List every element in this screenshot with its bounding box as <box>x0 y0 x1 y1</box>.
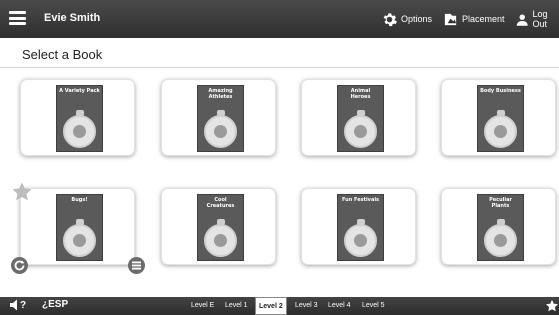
logout-button[interactable]: Log Out <box>516 9 559 29</box>
book-card-amazing-athletes[interactable]: Amazing Athletes <box>161 79 276 156</box>
book-title: Peculiar Plants <box>489 197 512 209</box>
gear-icon <box>383 12 397 26</box>
book-title: Bugs! <box>71 197 88 203</box>
book-card-fun-festivals[interactable]: Fun Festivals <box>301 188 416 265</box>
level-3-tab[interactable]: Level 3 <box>295 297 318 315</box>
placement-label: Placement <box>462 14 505 24</box>
stopwatch-image <box>63 224 96 257</box>
divider <box>0 67 559 68</box>
list-icon <box>132 261 141 270</box>
level-1-tab[interactable]: Level 1 <box>225 297 248 315</box>
audio-help-button[interactable]: ? <box>10 299 26 311</box>
top-bar: Evie Smith Options Placement Log Out <box>0 0 559 38</box>
book-cover: Amazing Athletes <box>197 85 244 152</box>
book-title: A Variety Pack <box>59 88 100 94</box>
book-cover: Cool Creatures <box>197 194 244 261</box>
star-icon[interactable] <box>545 299 559 313</box>
level-2-tab[interactable]: Level 2 <box>255 297 287 315</box>
book-cover: Bugs! <box>56 194 103 261</box>
question-mark-icon: ? <box>20 299 27 311</box>
book-cover: Fun Festivals <box>337 194 384 261</box>
book-card-animal-heroes[interactable]: Animal Heroes <box>301 79 416 156</box>
book-card-cool-creatures[interactable]: Cool Creatures <box>161 188 276 265</box>
stopwatch-image <box>63 115 96 148</box>
stopwatch-image <box>204 115 237 148</box>
placement-button[interactable]: Placement <box>443 9 505 29</box>
book-title: Fun Festivals <box>341 197 380 203</box>
refresh-button[interactable] <box>11 257 28 274</box>
book-title: Animal Heroes <box>350 88 371 100</box>
star-icon[interactable] <box>11 181 33 203</box>
stopwatch-image <box>344 224 377 257</box>
book-card-a-variety-pack[interactable]: A Variety Pack <box>20 79 135 156</box>
logout-label: Log Out <box>532 9 548 29</box>
book-cover: Animal Heroes <box>337 85 384 152</box>
stopwatch-image <box>204 224 237 257</box>
book-details-button[interactable] <box>128 257 145 274</box>
options-label: Options <box>401 14 433 24</box>
level-e-tab[interactable]: Level E <box>191 297 214 315</box>
page-title: Select a Book <box>22 47 103 62</box>
bottom-bar: ? ¿ESP Level E Level 1 Level 2 Level 3 L… <box>0 297 559 315</box>
book-cover: Body Business <box>477 85 524 152</box>
book-cover: Peculiar Plants <box>477 194 524 261</box>
book-title: Cool Creatures <box>206 197 235 209</box>
menu-icon[interactable] <box>9 11 26 25</box>
stopwatch-image <box>484 224 517 257</box>
level-5-tab[interactable]: Level 5 <box>362 297 385 315</box>
refresh-icon <box>14 260 25 271</box>
level-4-tab[interactable]: Level 4 <box>328 297 351 315</box>
book-cover: A Variety Pack <box>56 85 103 152</box>
book-title: Amazing Athletes <box>208 88 233 100</box>
book-card-body-business[interactable]: Body Business <box>441 79 556 156</box>
book-card-bugs[interactable]: Bugs! <box>20 188 135 265</box>
speaker-icon <box>10 299 17 311</box>
placement-icon <box>444 13 457 25</box>
user-name: Evie Smith <box>44 12 101 24</box>
user-icon <box>516 13 528 26</box>
spanish-toggle[interactable]: ¿ESP <box>42 299 68 310</box>
stopwatch-image <box>344 115 377 148</box>
options-button[interactable]: Options <box>382 9 432 29</box>
stopwatch-image <box>484 115 517 148</box>
book-card-peculiar-plants[interactable]: Peculiar Plants <box>441 188 556 265</box>
book-title: Body Business <box>480 88 521 94</box>
